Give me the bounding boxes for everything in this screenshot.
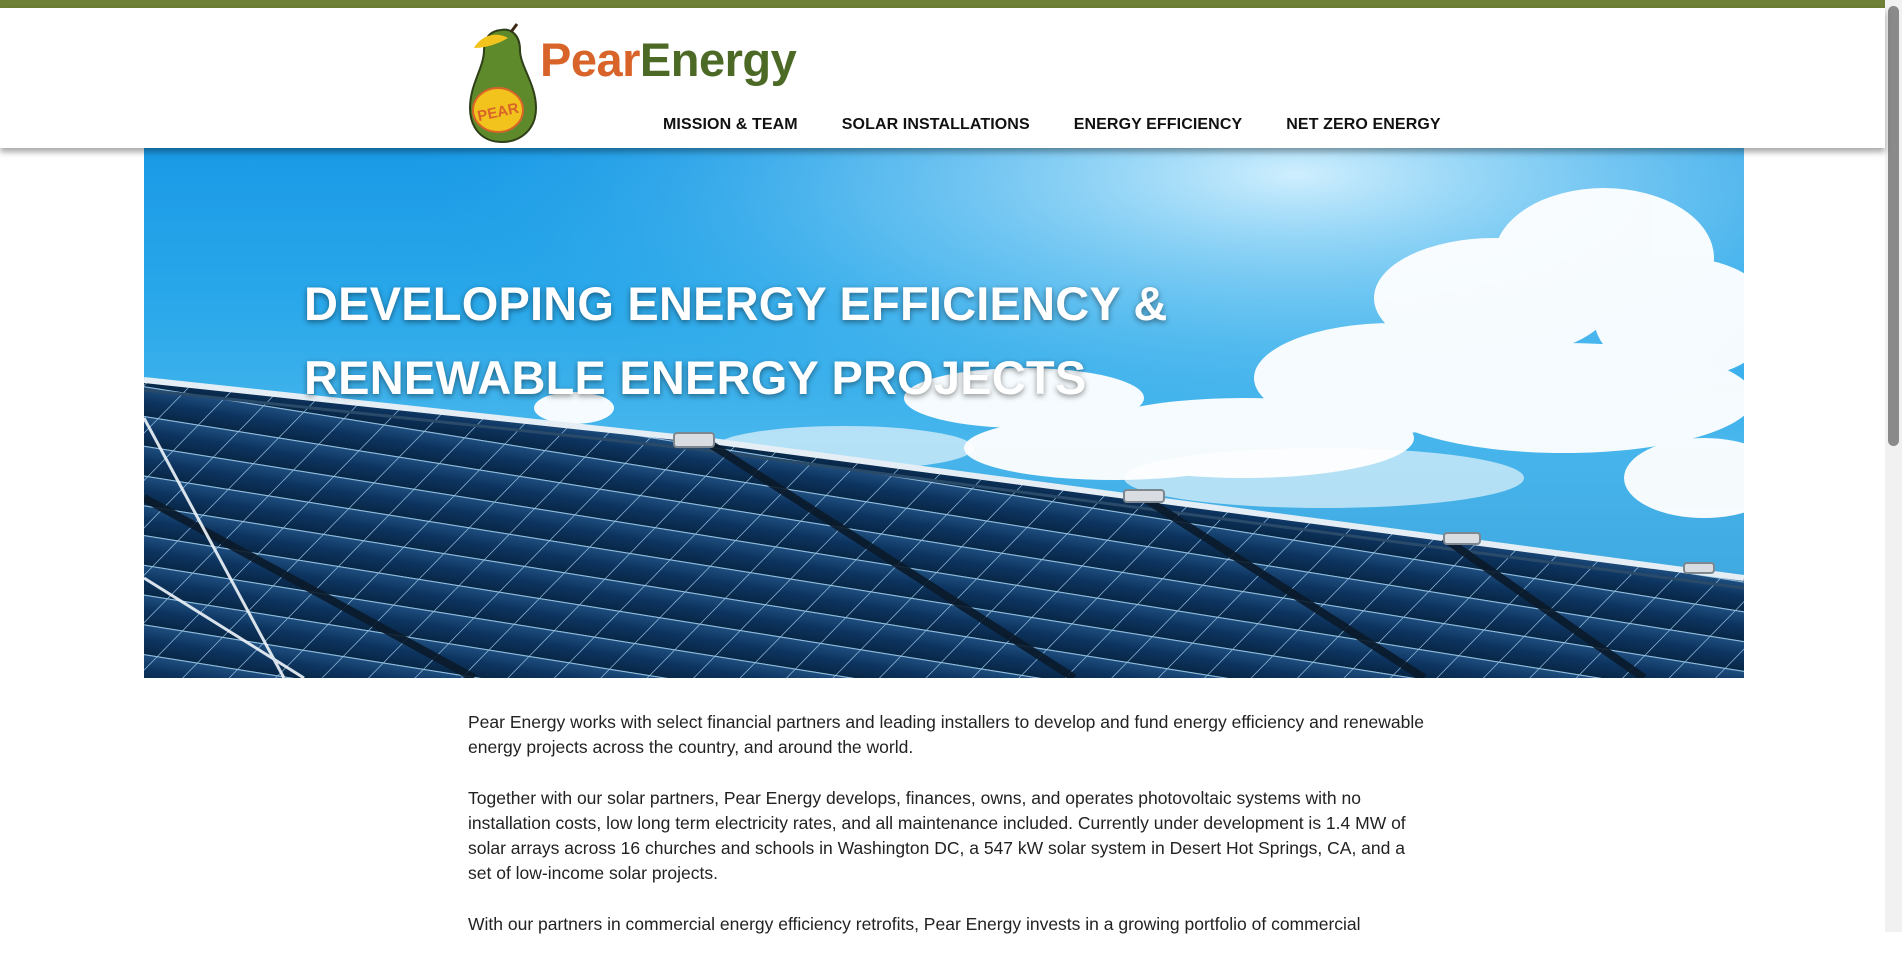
brand-name-pear: Pear bbox=[540, 33, 640, 86]
hero-banner: DEVELOPING ENERGY EFFICIENCY & RENEWABLE… bbox=[144, 148, 1744, 678]
hero-headline: DEVELOPING ENERGY EFFICIENCY & RENEWABLE… bbox=[304, 267, 1284, 415]
hero-headline-line-2: RENEWABLE ENERGY PROJECTS bbox=[304, 351, 1087, 405]
nav-item-mission-team[interactable]: MISSION & TEAM bbox=[663, 116, 798, 134]
intro-content: Pear Energy works with select financial … bbox=[468, 710, 1428, 963]
brand-name-energy: Energy bbox=[639, 33, 797, 86]
page-scrollbar[interactable] bbox=[1885, 0, 1902, 932]
intro-paragraph-2: Together with our solar partners, Pear E… bbox=[468, 788, 1406, 883]
pear-logo-icon: PEAR bbox=[468, 23, 538, 144]
nav-item-net-zero-energy[interactable]: NET ZERO ENERGY bbox=[1286, 116, 1440, 134]
intro-paragraph-1: Pear Energy works with select financial … bbox=[468, 712, 1424, 757]
brand-wordmark: PearEnergy bbox=[540, 33, 797, 86]
intro-paragraph-3: With our partners in commercial energy e… bbox=[468, 914, 1361, 934]
nav-item-energy-efficiency[interactable]: ENERGY EFFICIENCY bbox=[1074, 116, 1243, 134]
hero-headline-line-1: DEVELOPING ENERGY EFFICIENCY & bbox=[304, 277, 1168, 331]
main-nav: MISSION & TEAM SOLAR INSTALLATIONS ENERG… bbox=[663, 116, 1441, 134]
scrollbar-thumb[interactable] bbox=[1888, 6, 1899, 446]
site-header: PEAR PearEnergy MISSION & TEAM SOLAR INS… bbox=[0, 8, 1885, 148]
nav-item-solar-installations[interactable]: SOLAR INSTALLATIONS bbox=[842, 116, 1030, 134]
